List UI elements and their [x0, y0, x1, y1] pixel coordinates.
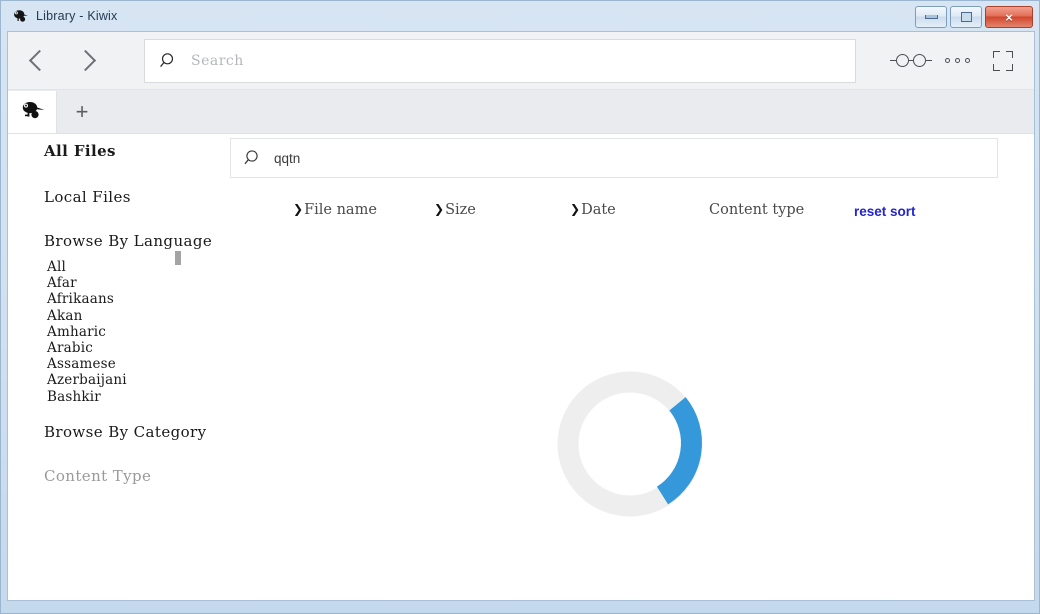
forward-button[interactable] [62, 39, 108, 83]
chevron-right-icon: ❯ [293, 202, 304, 216]
language-list-scrollbar[interactable] [175, 251, 181, 265]
search-icon [159, 51, 179, 71]
close-button[interactable]: × [985, 6, 1033, 28]
language-item-assamese[interactable]: Assamese [47, 356, 220, 372]
chevron-right-icon: ❯ [434, 202, 445, 216]
chevron-left-icon [28, 49, 50, 72]
chevron-right-icon [74, 49, 96, 72]
sort-by-file-name[interactable]: ❯File name [293, 202, 377, 218]
fullscreen-icon [993, 50, 1013, 71]
language-item-azerbaijani[interactable]: Azerbaijani [47, 372, 220, 388]
reset-sort-link[interactable]: reset sort [854, 204, 916, 219]
tab-strip: + [8, 90, 1034, 134]
kiwi-bird-icon [19, 99, 45, 126]
address-search-input[interactable]: Search [144, 39, 856, 83]
language-item-all[interactable]: All [47, 259, 220, 275]
sidebar-section-browse-by-language: Browse By Language [44, 232, 213, 250]
sort-label-size: Size [445, 202, 476, 218]
menu-button[interactable] [934, 39, 980, 83]
sort-by-date[interactable]: ❯Date [570, 202, 616, 218]
sort-bar: ❯File name ❯Size ❯Date Content type rese… [220, 202, 1034, 226]
toolbar-actions [888, 32, 1026, 89]
sort-by-size[interactable]: ❯Size [434, 202, 476, 218]
window-controls: × [915, 6, 1033, 28]
client-area: Search + All Files Local Files Browse By… [7, 31, 1035, 601]
minimize-button[interactable] [915, 6, 947, 28]
browser-toolbar: Search [8, 32, 1034, 90]
library-search-value: qqtn [274, 150, 301, 166]
fullscreen-button[interactable] [980, 39, 1026, 83]
language-item-afar[interactable]: Afar [47, 275, 220, 291]
language-item-bashkir[interactable]: Bashkir [47, 389, 220, 405]
window-title: Library - Kiwix [36, 9, 118, 23]
title-bar[interactable]: Library - Kiwix × [1, 1, 1040, 31]
sidebar: All Files Local Files Browse By Language… [8, 134, 220, 600]
loading-spinner-icon [556, 370, 704, 518]
address-search-placeholder: Search [191, 53, 244, 69]
application-window: Library - Kiwix × Search + All Files Loc… [0, 0, 1040, 614]
search-icon [243, 148, 263, 168]
sidebar-item-local-files[interactable]: Local Files [8, 188, 220, 206]
maximize-icon [960, 12, 972, 22]
reading-glasses-icon [890, 54, 932, 67]
library-content: qqtn ❯File name ❯Size ❯Date Content type… [220, 134, 1034, 600]
back-button[interactable] [16, 39, 62, 83]
language-item-afrikaans[interactable]: Afrikaans [47, 291, 220, 307]
kiwi-bird-icon [11, 7, 29, 25]
language-item-amharic[interactable]: Amharic [47, 324, 220, 340]
reader-mode-button[interactable] [888, 39, 934, 83]
sidebar-item-all-files[interactable]: All Files [8, 142, 220, 160]
library-page: All Files Local Files Browse By Language… [8, 134, 1034, 600]
sort-label-file-name: File name [304, 202, 377, 218]
language-list[interactable]: All Afar Afrikaans Akan Amharic Arabic A… [8, 250, 220, 405]
chevron-right-icon: ❯ [570, 202, 581, 216]
three-dots-icon [944, 58, 970, 63]
sort-label-content-type[interactable]: Content type [709, 202, 804, 218]
sidebar-item-content-type[interactable]: Content Type [8, 467, 220, 485]
language-item-arabic[interactable]: Arabic [47, 340, 220, 356]
language-item-akan[interactable]: Akan [47, 308, 220, 324]
sort-label-date: Date [581, 202, 616, 218]
maximize-button[interactable] [950, 6, 982, 28]
close-icon: × [1005, 9, 1013, 25]
tab-library[interactable] [8, 91, 57, 133]
sidebar-section-browse-by-category: Browse By Category [44, 422, 207, 441]
new-tab-button[interactable]: + [57, 91, 107, 133]
minimize-icon [924, 15, 938, 19]
library-search-input[interactable]: qqtn [230, 138, 998, 178]
